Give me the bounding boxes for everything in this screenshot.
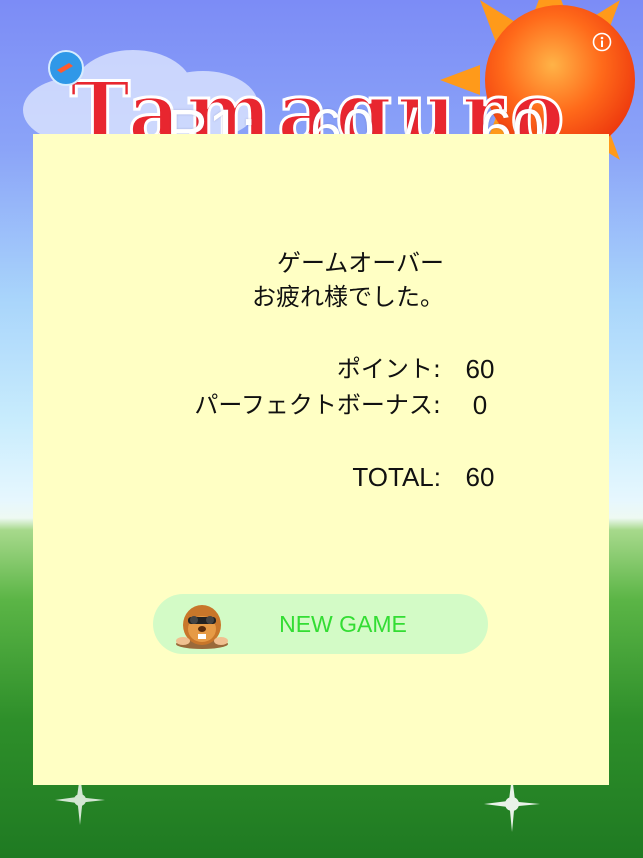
- total-row: TOTAL: 60: [33, 459, 609, 495]
- bonus-label: パーフェクトボーナス:: [194, 391, 441, 419]
- game-over-message: ゲームオーバー: [276, 249, 444, 277]
- round-score-display: R1: 60/60: [102, 26, 544, 163]
- info-icon[interactable]: [592, 32, 612, 52]
- mole-icon: [176, 605, 228, 649]
- timer-dot-icon: [48, 50, 84, 86]
- bonus-value: 0: [472, 390, 488, 420]
- game-over-panel: ゲームオーバー お疲れ様でした。 ポイント: 60 パーフェクトボーナス: 0 …: [33, 134, 609, 785]
- points-label: ポイント:: [336, 355, 441, 383]
- points-value: 60: [465, 354, 495, 384]
- new-game-button[interactable]: NEW GAME: [153, 594, 488, 654]
- total-value: 60: [465, 462, 495, 492]
- new-game-label: NEW GAME: [279, 611, 407, 637]
- bonus-row: パーフェクトボーナス: 0: [33, 387, 609, 423]
- points-row: ポイント: 60: [33, 351, 609, 387]
- game-background: Tamaguro R1: 60/60 ゲームオーバー お疲れ様でした。 ポイント:…: [0, 0, 643, 858]
- total-label: TOTAL:: [352, 462, 441, 492]
- thanks-message: お疲れ様でした。: [252, 283, 444, 311]
